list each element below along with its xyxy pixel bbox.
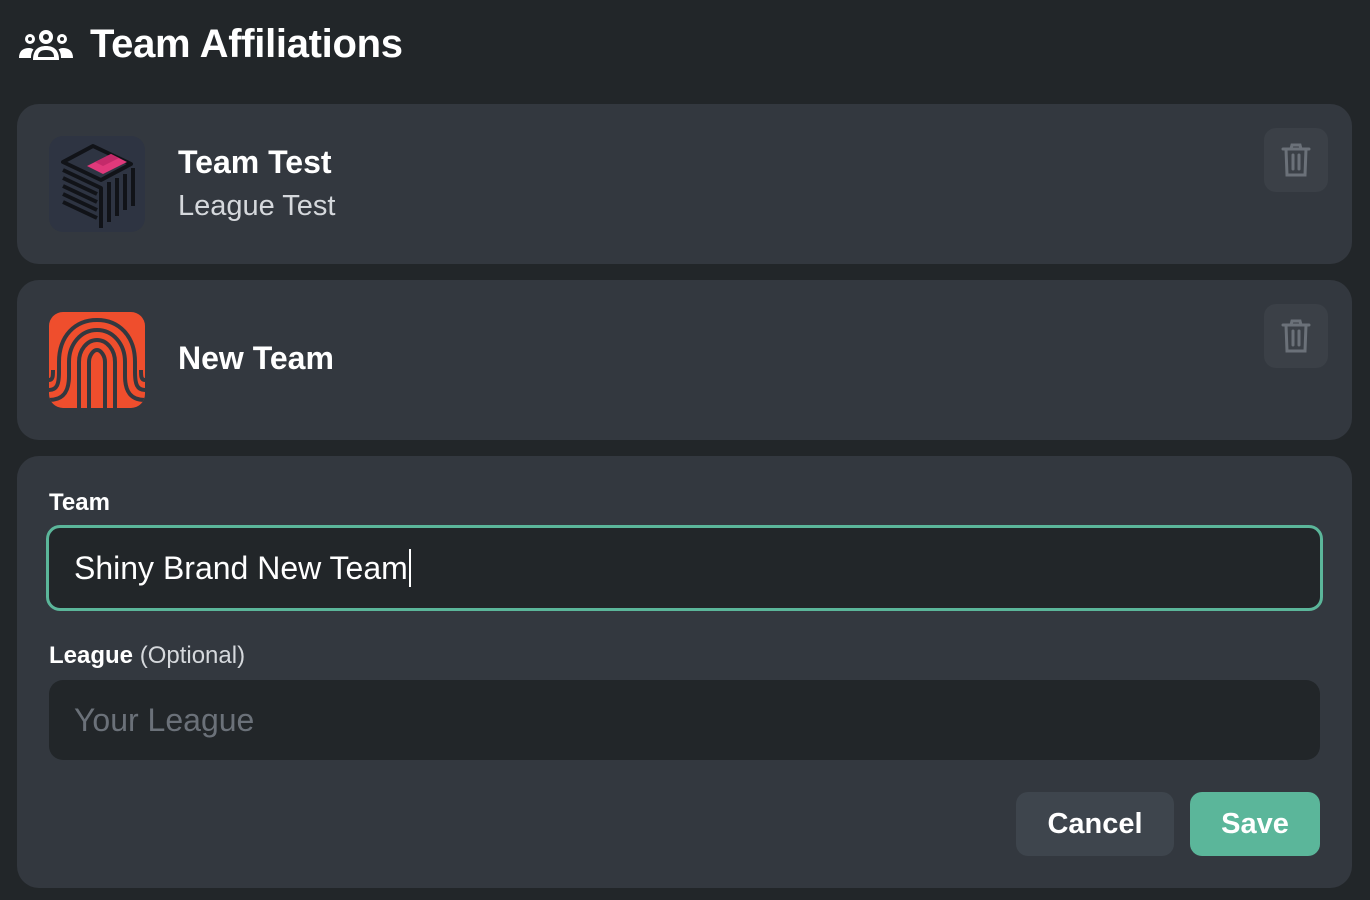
league-label-text: League [49, 642, 134, 669]
team-logo [49, 136, 145, 232]
league-field-label: League (Optional) [49, 642, 245, 670]
page-title: Team Affiliations [90, 21, 403, 66]
trash-icon [1281, 143, 1311, 177]
optional-hint: (Optional) [139, 642, 246, 669]
add-team-form: Team Shiny Brand New Team League (Option… [17, 456, 1352, 888]
users-icon [17, 24, 75, 64]
text-caret [408, 549, 411, 587]
save-button[interactable]: Save [1190, 792, 1320, 856]
section-header: Team Affiliations [17, 20, 403, 68]
team-input-value: Shiny Brand New Team [74, 549, 408, 586]
team-card: Team Test League Test [17, 104, 1352, 264]
team-input[interactable]: Shiny Brand New Team [46, 525, 1323, 611]
league-name: League Test [178, 190, 336, 222]
team-card: New Team [17, 280, 1352, 440]
team-name: New Team [178, 340, 334, 376]
fingerprint-arch-logo [49, 312, 145, 408]
team-field-label: Team [49, 489, 110, 516]
cancel-button[interactable]: Cancel [1016, 792, 1174, 856]
league-input-placeholder: Your League [74, 701, 255, 738]
isometric-cube-logo [49, 136, 145, 232]
delete-team-button[interactable] [1264, 128, 1328, 192]
trash-icon [1281, 319, 1311, 353]
league-input[interactable]: Your League [49, 680, 1320, 760]
delete-team-button[interactable] [1264, 304, 1328, 368]
team-name: Team Test [178, 144, 332, 180]
team-logo [49, 312, 145, 408]
